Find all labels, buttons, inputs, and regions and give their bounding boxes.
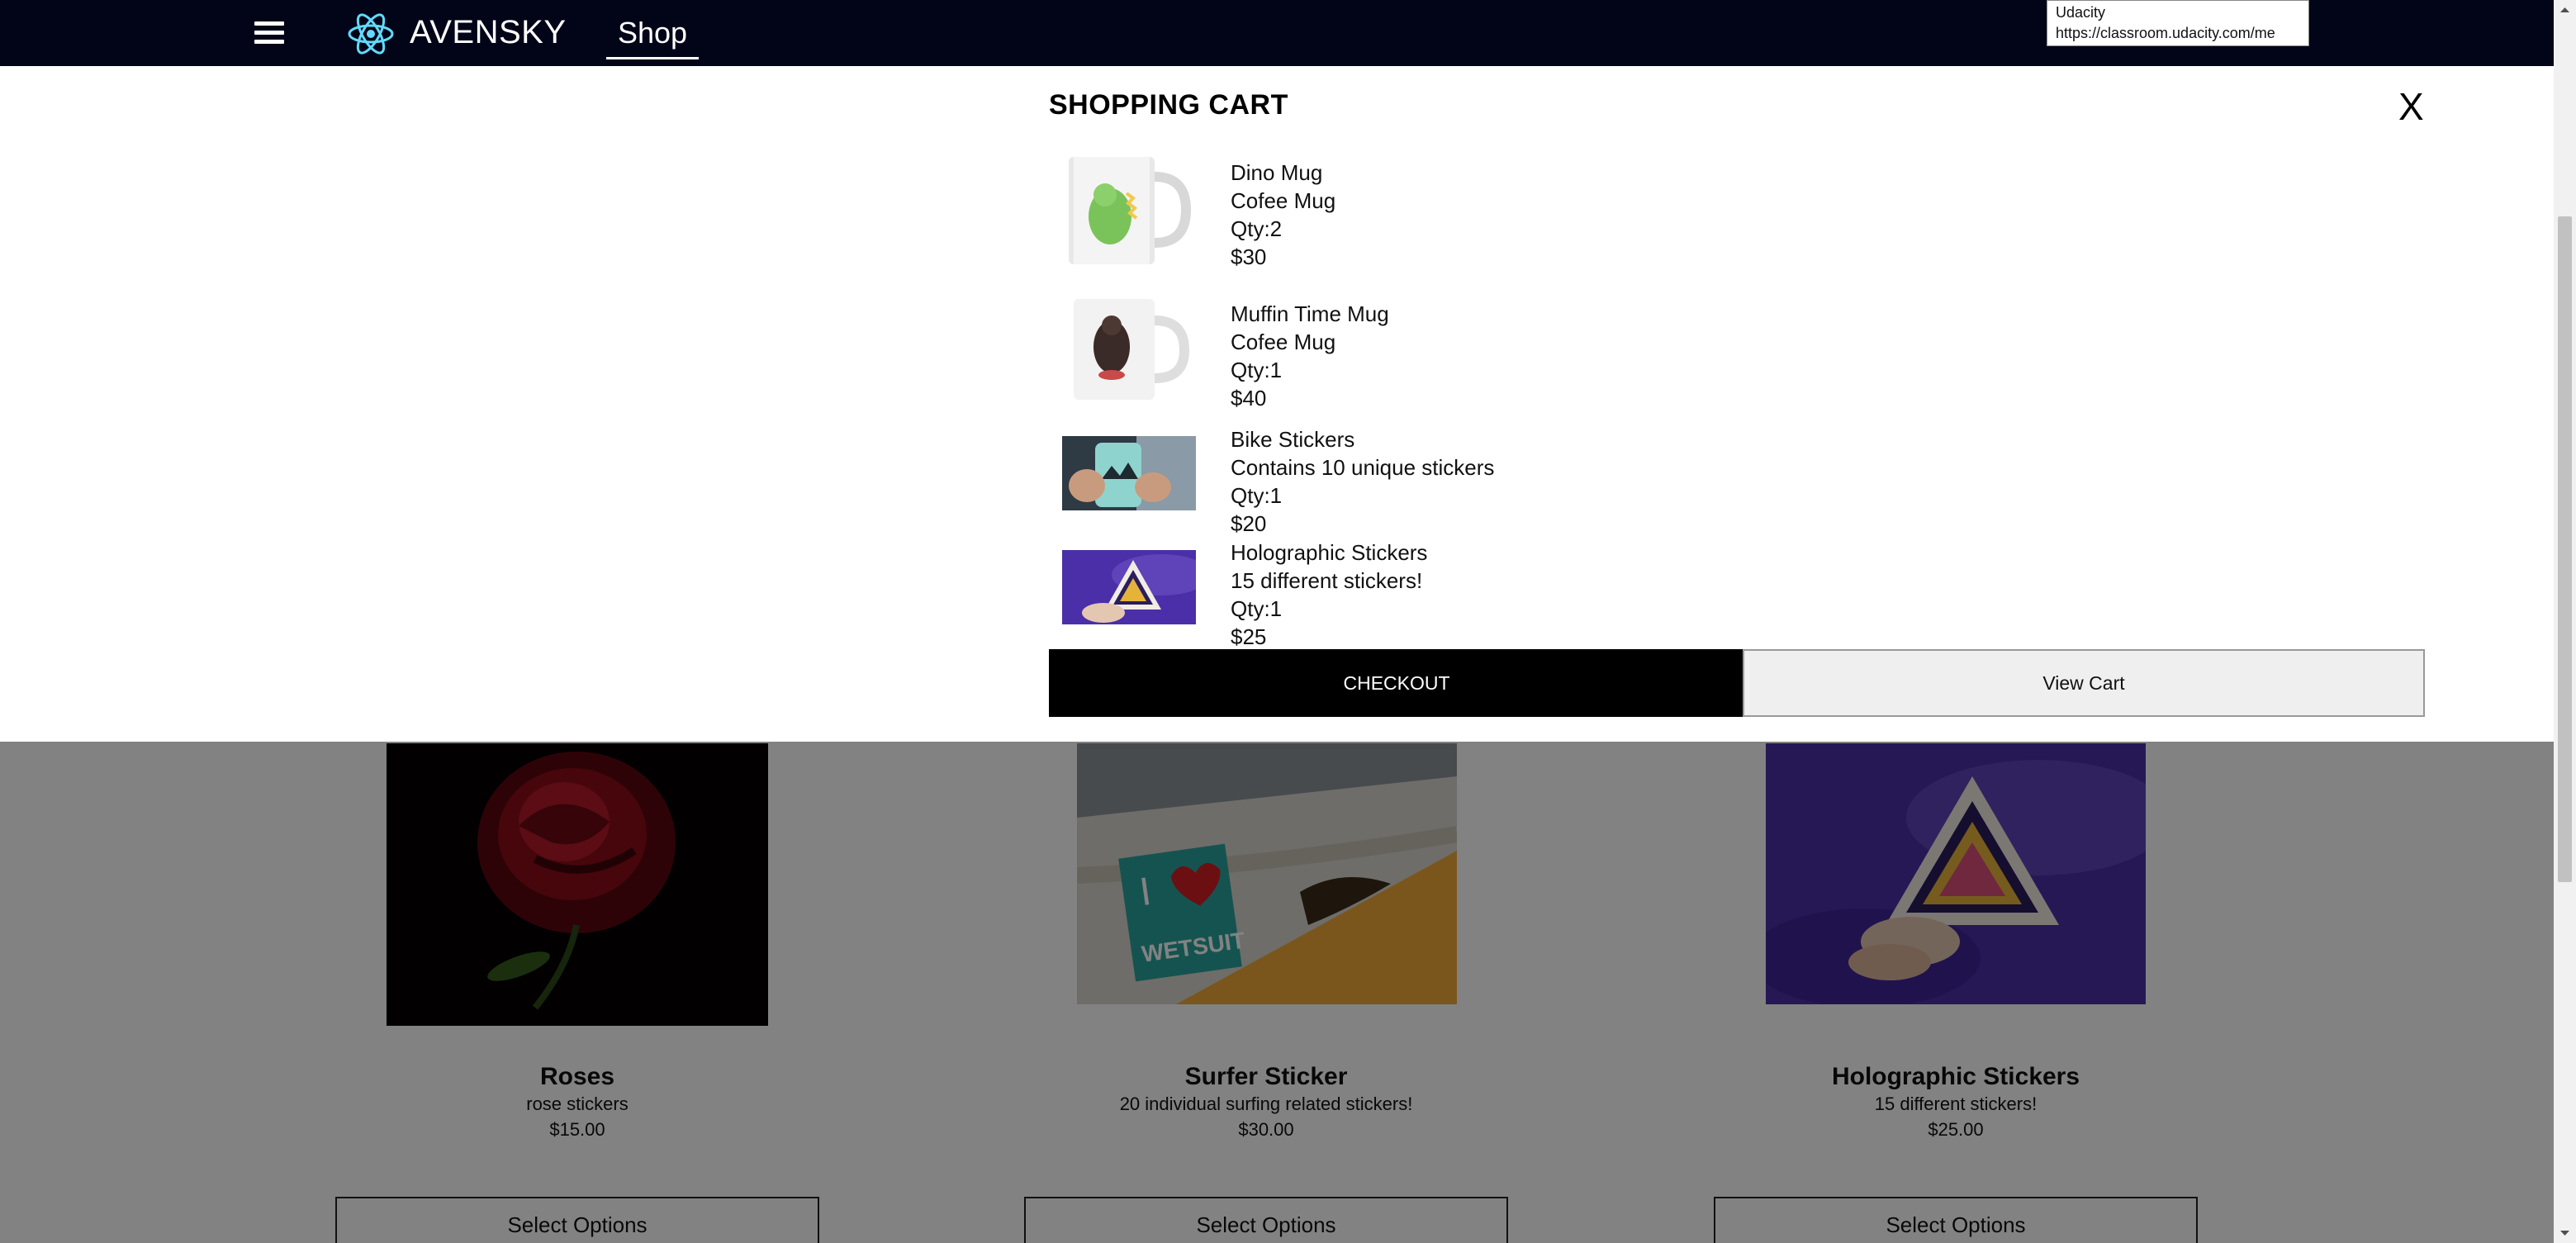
bike-stickers-picture: [1062, 436, 1196, 510]
holographic-stickers-cart-image: [1062, 550, 1196, 624]
vertical-scrollbar[interactable]: [2554, 0, 2576, 1243]
cart-item-quantity: Qty:1: [1231, 358, 1283, 382]
cart-item-quantity: Qty:1: [1231, 596, 1283, 621]
cart-item-price: $20: [1231, 511, 1267, 536]
cart-item-name: Holographic Stickers: [1231, 540, 1428, 565]
muffin-time-mug-image: [1062, 292, 1196, 405]
checkout-button[interactable]: CHECKOUT: [1049, 649, 1744, 717]
close-cart-button[interactable]: X: [2398, 84, 2424, 129]
nav-link-shop[interactable]: Shop: [606, 13, 699, 59]
atom-logo-icon[interactable]: [347, 10, 395, 58]
scrollbar-thumb[interactable]: [2558, 216, 2572, 882]
cart-item-price: $40: [1231, 386, 1267, 410]
muffin-mug-picture: [1062, 292, 1196, 405]
cart-item-price: $30: [1231, 244, 1267, 269]
cart-item-holographic-stickers: Holographic Stickers 15 different sticke…: [1231, 538, 1427, 651]
view-cart-button[interactable]: View Cart: [1743, 649, 2425, 717]
brand-name[interactable]: AVENSKY: [410, 14, 567, 51]
cart-item-description: Cofee Mug: [1231, 330, 1336, 354]
cart-item-description: 15 different stickers!: [1231, 568, 1423, 593]
dino-mug-image: [1062, 152, 1196, 271]
cart-item-muffin-time-mug: Muffin Time Mug Cofee Mug Qty:1 $40: [1231, 300, 1389, 412]
hamburger-menu-icon[interactable]: [254, 18, 284, 48]
cart-item-dino-mug: Dino Mug Cofee Mug Qty:2 $30: [1231, 159, 1335, 271]
tooltip-url: https://classroom.udacity.com/me: [2056, 25, 2275, 41]
tooltip-title: Udacity: [2056, 4, 2106, 21]
cart-item-name: Muffin Time Mug: [1231, 301, 1389, 326]
holographic-stickers-picture: [1062, 550, 1196, 624]
cart-item-price: $25: [1231, 624, 1267, 649]
cart-item-bike-stickers: Bike Stickers Contains 10 unique sticker…: [1231, 425, 1494, 538]
cart-item-quantity: Qty:1: [1231, 483, 1283, 508]
scroll-down-arrow-icon[interactable]: [2554, 1223, 2576, 1243]
cart-item-description: Cofee Mug: [1231, 188, 1336, 213]
cart-title: SHOPPING CART: [1049, 89, 1288, 121]
shopping-cart-panel: SHOPPING CART X Dino Mug Cofee Mug Qty:2…: [0, 66, 2554, 742]
cart-item-name: Dino Mug: [1231, 160, 1323, 185]
dino-mug-picture: [1062, 152, 1196, 271]
cart-item-quantity: Qty:2: [1231, 216, 1283, 241]
link-tooltip: Udacity https://classroom.udacity.com/me: [2047, 0, 2309, 46]
cart-item-description: Contains 10 unique stickers: [1231, 455, 1495, 480]
scroll-up-arrow-icon[interactable]: [2554, 0, 2576, 20]
cart-item-name: Bike Stickers: [1231, 427, 1355, 452]
bike-stickers-image: [1062, 436, 1196, 510]
